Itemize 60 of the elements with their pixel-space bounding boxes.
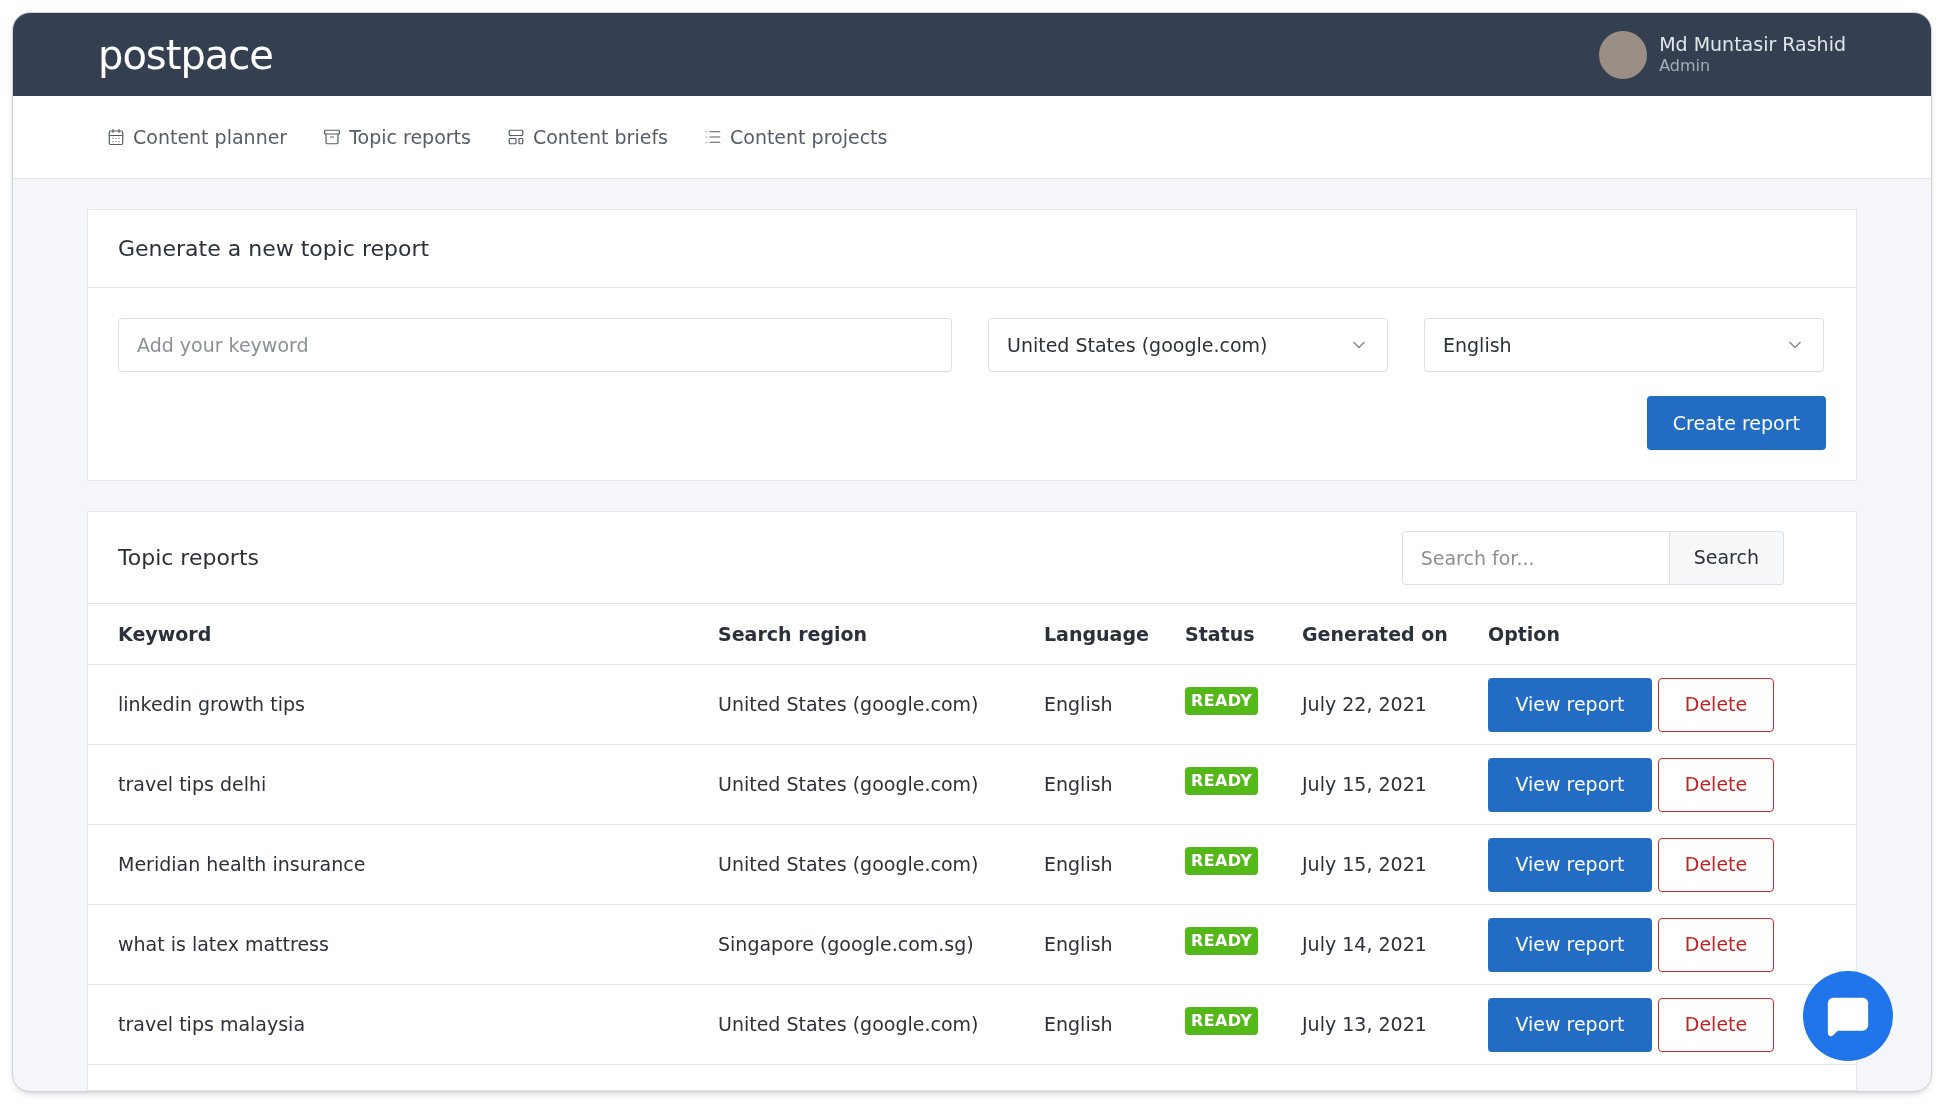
search-button[interactable]: Search <box>1669 530 1784 585</box>
card-title: Generate a new topic report <box>118 235 430 263</box>
status-badge: READY <box>1185 847 1259 875</box>
delete-button[interactable]: Delete <box>1658 997 1774 1052</box>
nav-icon <box>704 128 722 146</box>
column-header: Option <box>1488 621 1561 647</box>
language-cell-text: English <box>1044 772 1114 798</box>
keyword-cell-text: travel tips malaysia <box>118 1012 307 1038</box>
delete-button[interactable]: Delete <box>1658 837 1774 892</box>
nav-icon <box>107 128 125 146</box>
view-report-button[interactable]: View report <box>1488 837 1652 892</box>
column-header: Language <box>1044 621 1150 647</box>
view-report-button[interactable]: View report <box>1488 757 1652 812</box>
date-cell-text: July 14, 2021 <box>1302 932 1428 958</box>
delete-button[interactable]: Delete <box>1658 917 1774 972</box>
nav-link[interactable]: Content projects <box>704 122 888 152</box>
delete-button[interactable]: Delete <box>1658 677 1774 732</box>
search-input[interactable]: Search for... <box>1401 530 1670 585</box>
column-header: Generated on <box>1302 621 1449 647</box>
view-report-button[interactable]: View report <box>1488 997 1652 1052</box>
date-cell-text: July 22, 2021 <box>1302 692 1428 718</box>
view-report-button[interactable]: View report <box>1488 917 1652 972</box>
keyword-cell-text: travel tips delhi <box>118 772 268 798</box>
column-header: Search region <box>718 621 869 647</box>
delete-button[interactable]: Delete <box>1658 757 1774 812</box>
nav-link[interactable]: Content briefs <box>506 122 668 152</box>
region-cell-text: United States (google.com) <box>718 1012 980 1038</box>
user-role: Admin <box>1659 56 1712 77</box>
language-cell-text: English <box>1044 932 1114 958</box>
language-cell-text: English <box>1044 1012 1114 1038</box>
nav-icon <box>323 128 342 146</box>
keyword-cell-text: linkedin growth tips <box>118 692 306 718</box>
region-cell-text: United States (google.com) <box>718 692 980 718</box>
user-name: Md Muntasir Rashid <box>1659 32 1846 57</box>
nav-link[interactable]: Topic reports <box>323 122 471 152</box>
column-header: Keyword <box>118 621 213 647</box>
language-cell-text: English <box>1044 692 1114 718</box>
region-cell-text: United States (google.com) <box>718 852 980 878</box>
region-cell-text: Singapore (google.com.sg) <box>718 932 975 958</box>
region-cell-text: United States (google.com) <box>718 772 980 798</box>
status-badge: READY <box>1185 927 1259 955</box>
date-cell-text: July 15, 2021 <box>1302 772 1428 798</box>
logo[interactable]: postpace <box>98 24 273 85</box>
nav-link[interactable]: Content planner <box>107 122 288 152</box>
view-report-button[interactable]: View report <box>1488 677 1652 732</box>
column-header: Status <box>1185 621 1256 647</box>
nav-icon <box>506 128 525 146</box>
status-badge: READY <box>1185 687 1259 715</box>
keyword-cell-text: Meridian health insurance <box>118 852 367 878</box>
card-title: Topic reports <box>118 544 259 572</box>
language-select[interactable]: English <box>1424 318 1824 372</box>
date-cell-text: July 15, 2021 <box>1302 852 1428 878</box>
date-cell-text: July 13, 2021 <box>1302 1012 1428 1038</box>
language-cell-text: English <box>1044 852 1114 878</box>
status-badge: READY <box>1185 1007 1259 1035</box>
keyword-cell-text: what is latex mattress <box>118 932 330 958</box>
create-report-button[interactable]: Create report <box>1646 396 1826 450</box>
keyword-input[interactable]: Add your keyword <box>118 318 952 372</box>
region-select[interactable]: United States (google.com) <box>988 318 1388 372</box>
status-badge: READY <box>1185 767 1259 795</box>
